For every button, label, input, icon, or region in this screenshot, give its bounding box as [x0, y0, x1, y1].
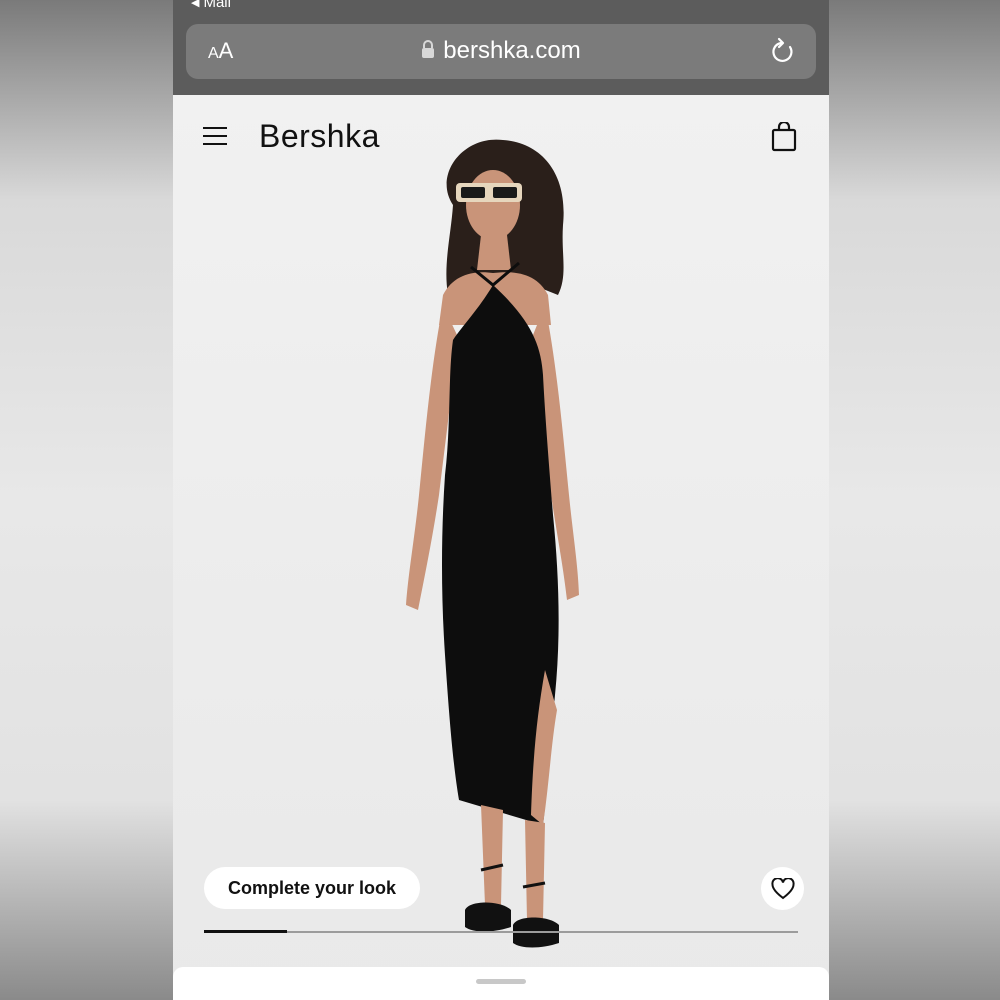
product-page: Bershka Complete your look	[173, 95, 829, 1000]
complete-your-look-button[interactable]: Complete your look	[204, 867, 420, 909]
phone-screen: ◀ Mail AA bershka.com Bershka Complete y…	[173, 0, 829, 1000]
favorite-button[interactable]	[761, 867, 804, 910]
url-text: bershka.com	[443, 37, 581, 64]
sheet-grabber-handle[interactable]	[476, 979, 526, 984]
heart-icon	[770, 877, 795, 899]
back-label: Mail	[203, 0, 231, 11]
gallery-progress-fill	[204, 930, 288, 933]
brand-logo[interactable]: Bershka	[259, 118, 380, 155]
shopping-bag-icon[interactable]	[771, 122, 797, 152]
product-model-photo[interactable]	[373, 135, 633, 955]
url-display[interactable]: bershka.com	[186, 37, 816, 65]
gallery-progress-track	[204, 930, 798, 933]
reload-icon[interactable]	[770, 37, 796, 65]
hamburger-menu-icon[interactable]	[203, 127, 227, 147]
browser-toolbar: ◀ Mail AA bershka.com	[173, 0, 829, 95]
lock-icon	[422, 40, 435, 59]
back-to-mail-link[interactable]: ◀ Mail	[191, 0, 231, 11]
bottom-sheet[interactable]	[173, 967, 829, 1000]
address-bar[interactable]: AA bershka.com	[186, 24, 816, 79]
back-triangle-icon: ◀	[191, 0, 200, 9]
